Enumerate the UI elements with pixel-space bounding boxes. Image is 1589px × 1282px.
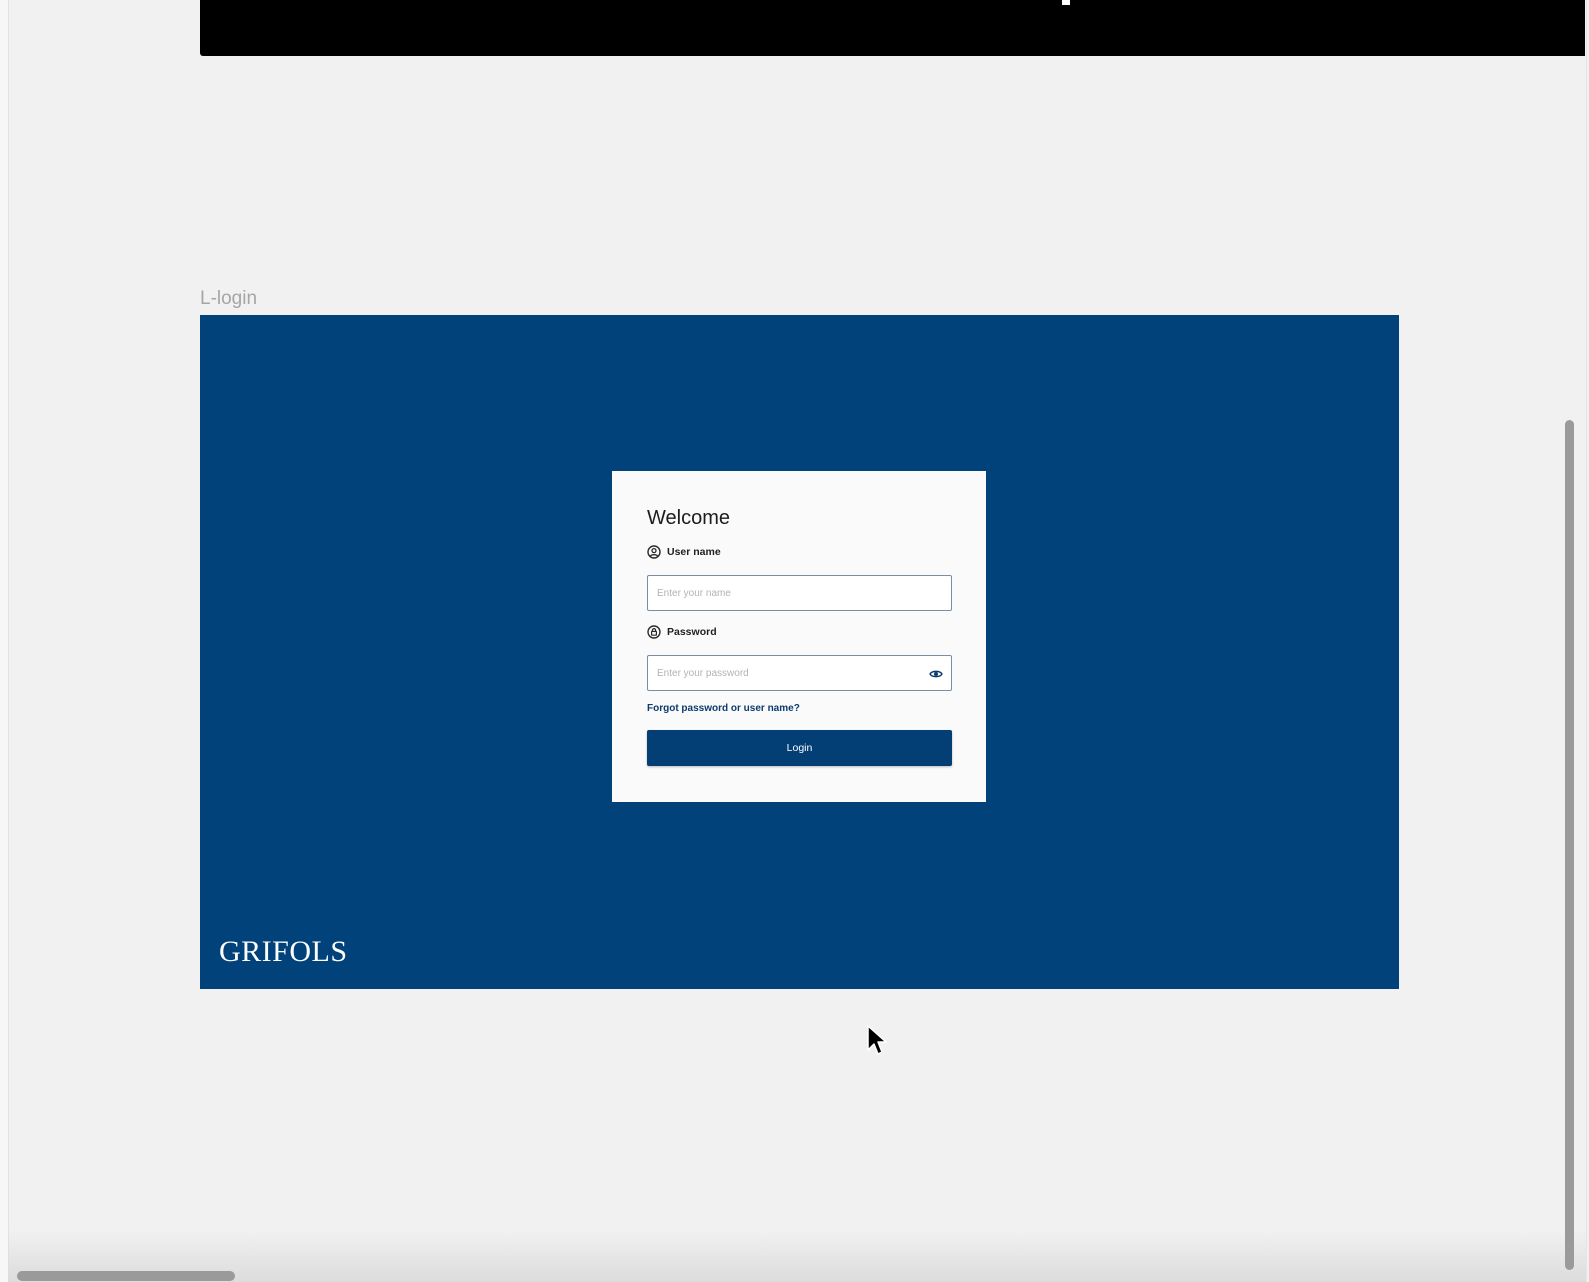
right-panel-edge [1586, 0, 1587, 1282]
username-label: User name [667, 546, 721, 558]
horizontal-scrollbar[interactable] [17, 1271, 235, 1281]
password-field-box [647, 655, 952, 691]
frame-label[interactable]: L-login [200, 288, 257, 310]
canvas-bottom-shadow [8, 1230, 1586, 1282]
password-input[interactable] [648, 655, 919, 691]
lock-circle-icon [647, 625, 661, 639]
vertical-scrollbar[interactable] [1565, 420, 1574, 1270]
forgot-password-link[interactable]: Forgot password or user name? [647, 703, 800, 714]
top-frame-preview[interactable] [200, 0, 1585, 56]
login-button[interactable]: Login [647, 730, 952, 766]
login-card: Welcome User name Password [612, 471, 986, 802]
username-label-row: User name [647, 545, 721, 559]
login-frame[interactable]: Welcome User name Password [200, 315, 1399, 989]
mouse-pointer-icon [867, 1025, 887, 1055]
eye-icon[interactable] [929, 667, 943, 681]
left-panel-edge [0, 0, 9, 1282]
password-label-row: Password [647, 625, 717, 639]
welcome-heading: Welcome [647, 507, 730, 529]
user-circle-icon [647, 545, 661, 559]
top-frame-mark [1062, 0, 1070, 5]
username-input[interactable] [648, 575, 919, 611]
grifols-logo: GRIFOLS [219, 935, 348, 968]
username-field-box [647, 575, 952, 611]
password-label: Password [667, 626, 717, 638]
